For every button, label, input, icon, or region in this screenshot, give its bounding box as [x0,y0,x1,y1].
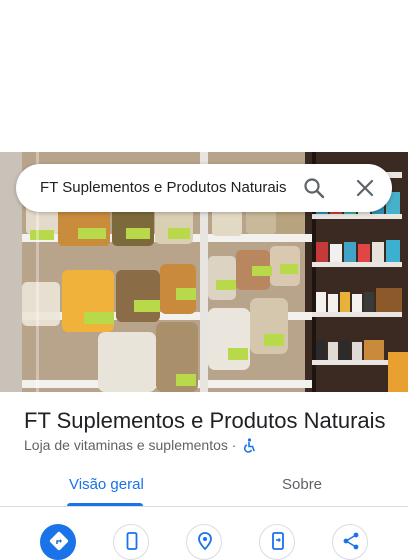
directions-icon [49,531,69,551]
blank-top-area [0,0,408,152]
close-icon[interactable] [353,176,377,200]
save-button[interactable] [186,524,222,560]
tab-about[interactable]: Sobre [282,476,322,493]
call-button[interactable] [113,524,149,560]
send-to-phone-button[interactable] [259,524,295,560]
search-input[interactable]: FT Suplementos e Produtos Naturais [40,179,306,196]
share-button[interactable] [332,524,368,560]
category-label: Loja de vitaminas e suplementos [24,437,228,453]
place-category: Loja de vitaminas e suplementos · [24,437,236,453]
wheelchair-accessible-icon [243,438,255,453]
share-icon [343,532,359,550]
send-to-phone-icon [272,532,284,550]
search-icon[interactable] [302,176,326,200]
separator-dot: · [231,437,237,453]
tabs-divider [0,506,408,507]
phone-icon [126,532,138,550]
directions-button[interactable] [40,524,76,560]
save-location-icon [198,532,212,551]
tab-overview[interactable]: Visão geral [69,476,144,493]
search-bar[interactable]: FT Suplementos e Produtos Naturais [16,164,392,212]
place-title: FT Suplementos e Produtos Naturais [24,408,386,433]
